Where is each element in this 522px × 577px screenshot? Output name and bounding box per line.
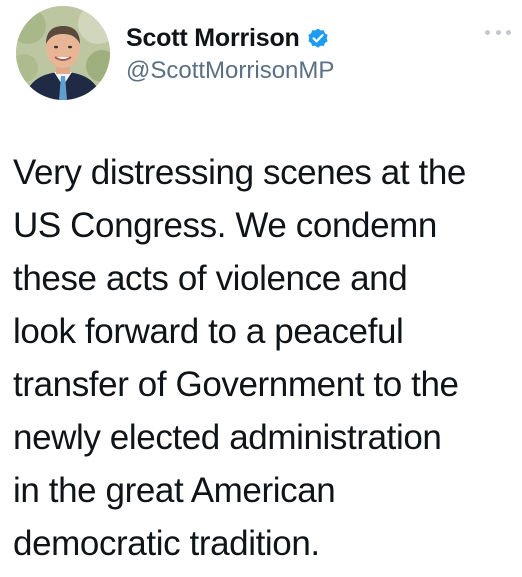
tweet-text-line: transfer of Government to the	[13, 365, 459, 404]
author-display-name[interactable]: Scott Morrison	[126, 24, 300, 53]
more-dot	[485, 29, 490, 35]
tweet-text-line: look forward to a peaceful	[13, 312, 404, 351]
author-name-row[interactable]: Scott Morrison	[126, 22, 330, 54]
tweet-text-line: these acts of violence and	[13, 259, 408, 298]
verified-badge-icon	[306, 26, 330, 50]
tweet-text-line: US Congress. We condemn	[13, 206, 437, 245]
tweet-card: Scott Morrison @ScottMorrisonMP Very dis…	[0, 0, 522, 577]
tweet-text-line: Very distressing scenes at the	[13, 153, 466, 192]
more-options-icon[interactable]	[485, 22, 511, 42]
author-handle[interactable]: @ScottMorrisonMP	[126, 57, 334, 85]
tweet-text-line: in the great American	[13, 471, 336, 510]
tweet-text-line: newly elected administration	[13, 418, 442, 457]
author-avatar[interactable]	[16, 6, 110, 100]
tweet-text-line: democratic tradition.	[13, 524, 320, 563]
more-dot	[495, 29, 501, 35]
avatar-photo-icon	[16, 6, 110, 100]
tweet-text: Very distressing scenes at the US Congre…	[13, 146, 513, 570]
more-dot	[506, 29, 511, 35]
